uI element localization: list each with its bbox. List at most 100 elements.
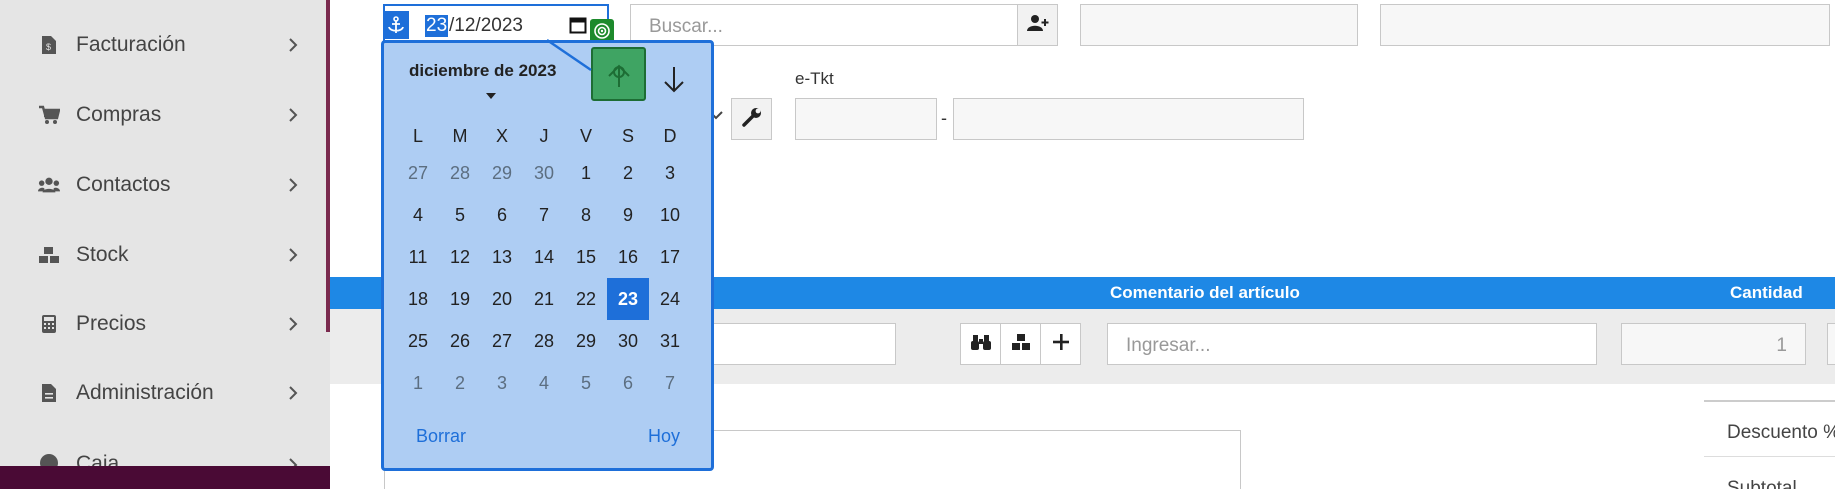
sidebar-item-facturacion[interactable]: $ Facturación xyxy=(0,20,320,70)
weekday-label: X xyxy=(495,126,508,146)
stock-button[interactable] xyxy=(1000,323,1041,365)
calendar-day-other-month[interactable]: 28 xyxy=(439,152,481,194)
calendar-day-other-month[interactable]: 2 xyxy=(439,362,481,404)
calendar-day[interactable]: 22 xyxy=(565,278,607,320)
etkt-series-input[interactable] xyxy=(795,98,937,140)
etkt-number-input[interactable] xyxy=(953,98,1304,140)
sidebar-item-precios[interactable]: Precios xyxy=(0,299,320,349)
price-input[interactable] xyxy=(1827,323,1835,365)
date-day-segment: 23 xyxy=(425,15,449,37)
calendar-day[interactable]: 27 xyxy=(481,320,523,362)
column-header-comment: Comentario del artículo xyxy=(1110,283,1300,302)
subtotal-label: Subtotal xyxy=(1727,478,1797,489)
sidebar-item-label: Caja xyxy=(76,452,120,466)
chevron-right-icon xyxy=(284,106,302,124)
date-rest-segment: /12/2023 xyxy=(449,15,523,36)
calendar-month-label[interactable]: diciembre de 2023 xyxy=(409,61,556,81)
field-empty-1[interactable] xyxy=(1080,4,1358,46)
add-item-button[interactable] xyxy=(1040,323,1081,365)
sidebar-item-label: Stock xyxy=(76,243,129,266)
calendar-day[interactable]: 2 xyxy=(607,152,649,194)
quantity-value: 1 xyxy=(1776,335,1787,356)
chevron-right-icon xyxy=(284,246,302,264)
calendar-day-other-month[interactable]: 6 xyxy=(607,362,649,404)
calendar-day-other-month[interactable]: 27 xyxy=(397,152,439,194)
calendar-day[interactable]: 29 xyxy=(565,320,607,362)
svg-text:$: $ xyxy=(46,42,51,52)
weekday-label: J xyxy=(539,126,549,146)
calendar-day[interactable]: 25 xyxy=(397,320,439,362)
locate-icon[interactable] xyxy=(591,47,646,101)
etkt-separator: - xyxy=(941,108,947,128)
sidebar-item-caja[interactable]: Caja xyxy=(0,438,320,466)
sidebar-item-label: Precios xyxy=(76,312,147,335)
month-dropdown-icon[interactable] xyxy=(485,87,497,105)
calendar-day[interactable]: 31 xyxy=(649,320,691,362)
calendar-day[interactable]: 5 xyxy=(439,194,481,236)
calendar-day[interactable]: 18 xyxy=(397,278,439,320)
calendar-day[interactable]: 1 xyxy=(565,152,607,194)
calendar-day[interactable]: 6 xyxy=(481,194,523,236)
calendar-day[interactable]: 3 xyxy=(649,152,691,194)
calendar-day-other-month[interactable]: 29 xyxy=(481,152,523,194)
calendar-day[interactable]: 24 xyxy=(649,278,691,320)
calendar-day[interactable]: 16 xyxy=(607,236,649,278)
anchor-icon[interactable] xyxy=(383,11,409,39)
calendar-day[interactable]: 10 xyxy=(649,194,691,236)
calendar-day[interactable]: 9 xyxy=(607,194,649,236)
calendar-day[interactable]: 21 xyxy=(523,278,565,320)
calendar-day[interactable]: 4 xyxy=(397,194,439,236)
calendar-day[interactable]: 28 xyxy=(523,320,565,362)
calendar-day-selected[interactable]: 23 xyxy=(607,278,649,320)
calendar-icon[interactable] xyxy=(569,16,587,39)
settings-button[interactable] xyxy=(731,98,772,140)
sidebar-item-administracion[interactable]: Administración xyxy=(0,368,320,418)
wrench-icon xyxy=(741,107,762,132)
calendar-day[interactable]: 30 xyxy=(607,320,649,362)
user-plus-icon xyxy=(1026,14,1049,37)
discount-label: Descuento % xyxy=(1727,422,1835,443)
calendar-day[interactable]: 20 xyxy=(481,278,523,320)
calendar-day[interactable]: 17 xyxy=(649,236,691,278)
calendar-day[interactable]: 13 xyxy=(481,236,523,278)
calendar-day-other-month[interactable]: 5 xyxy=(565,362,607,404)
calendar-day[interactable]: 12 xyxy=(439,236,481,278)
calendar-day[interactable]: 19 xyxy=(439,278,481,320)
weekday-label: V xyxy=(579,126,592,146)
calendar-day-other-month[interactable]: 1 xyxy=(397,362,439,404)
totals-divider-2 xyxy=(1704,456,1835,457)
cart-icon xyxy=(38,104,60,126)
sidebar-item-stock[interactable]: Stock xyxy=(0,230,320,280)
calendar-day-other-month[interactable]: 30 xyxy=(523,152,565,194)
weekday-label: L xyxy=(412,126,423,146)
item-comment-input[interactable]: Ingresar... xyxy=(1107,323,1597,365)
invoice-icon: $ xyxy=(38,34,60,56)
search-item-button[interactable] xyxy=(960,323,1001,365)
weekday-label: D xyxy=(663,126,677,146)
sidebar: $ Facturación Compras Contactos Stock Pr… xyxy=(0,0,330,489)
sidebar-item-label: Compras xyxy=(76,103,162,126)
today-button[interactable]: Hoy xyxy=(648,426,680,447)
sidebar-item-contactos[interactable]: Contactos xyxy=(0,160,320,210)
calendar-day[interactable]: 15 xyxy=(565,236,607,278)
sidebar-item-compras[interactable]: Compras xyxy=(0,90,320,140)
calendar-day[interactable]: 26 xyxy=(439,320,481,362)
calendar-day[interactable]: 8 xyxy=(565,194,607,236)
next-month-arrow-icon[interactable] xyxy=(662,65,686,98)
etkt-label: e-Tkt xyxy=(795,69,834,88)
calendar-day-other-month[interactable]: 7 xyxy=(649,362,691,404)
chevron-right-icon xyxy=(284,315,302,333)
calculator-icon xyxy=(38,313,60,335)
quantity-input[interactable]: 1 xyxy=(1621,323,1806,365)
comment-placeholder: Ingresar... xyxy=(1126,335,1211,356)
calendar-day[interactable]: 7 xyxy=(523,194,565,236)
file-icon xyxy=(38,382,60,404)
cash-icon xyxy=(38,452,60,466)
calendar-day-other-month[interactable]: 4 xyxy=(523,362,565,404)
clear-date-button[interactable]: Borrar xyxy=(416,426,466,447)
add-contact-button[interactable] xyxy=(1017,4,1058,46)
calendar-day-other-month[interactable]: 3 xyxy=(481,362,523,404)
field-empty-2[interactable] xyxy=(1380,4,1830,46)
calendar-day[interactable]: 14 xyxy=(523,236,565,278)
calendar-day[interactable]: 11 xyxy=(397,236,439,278)
